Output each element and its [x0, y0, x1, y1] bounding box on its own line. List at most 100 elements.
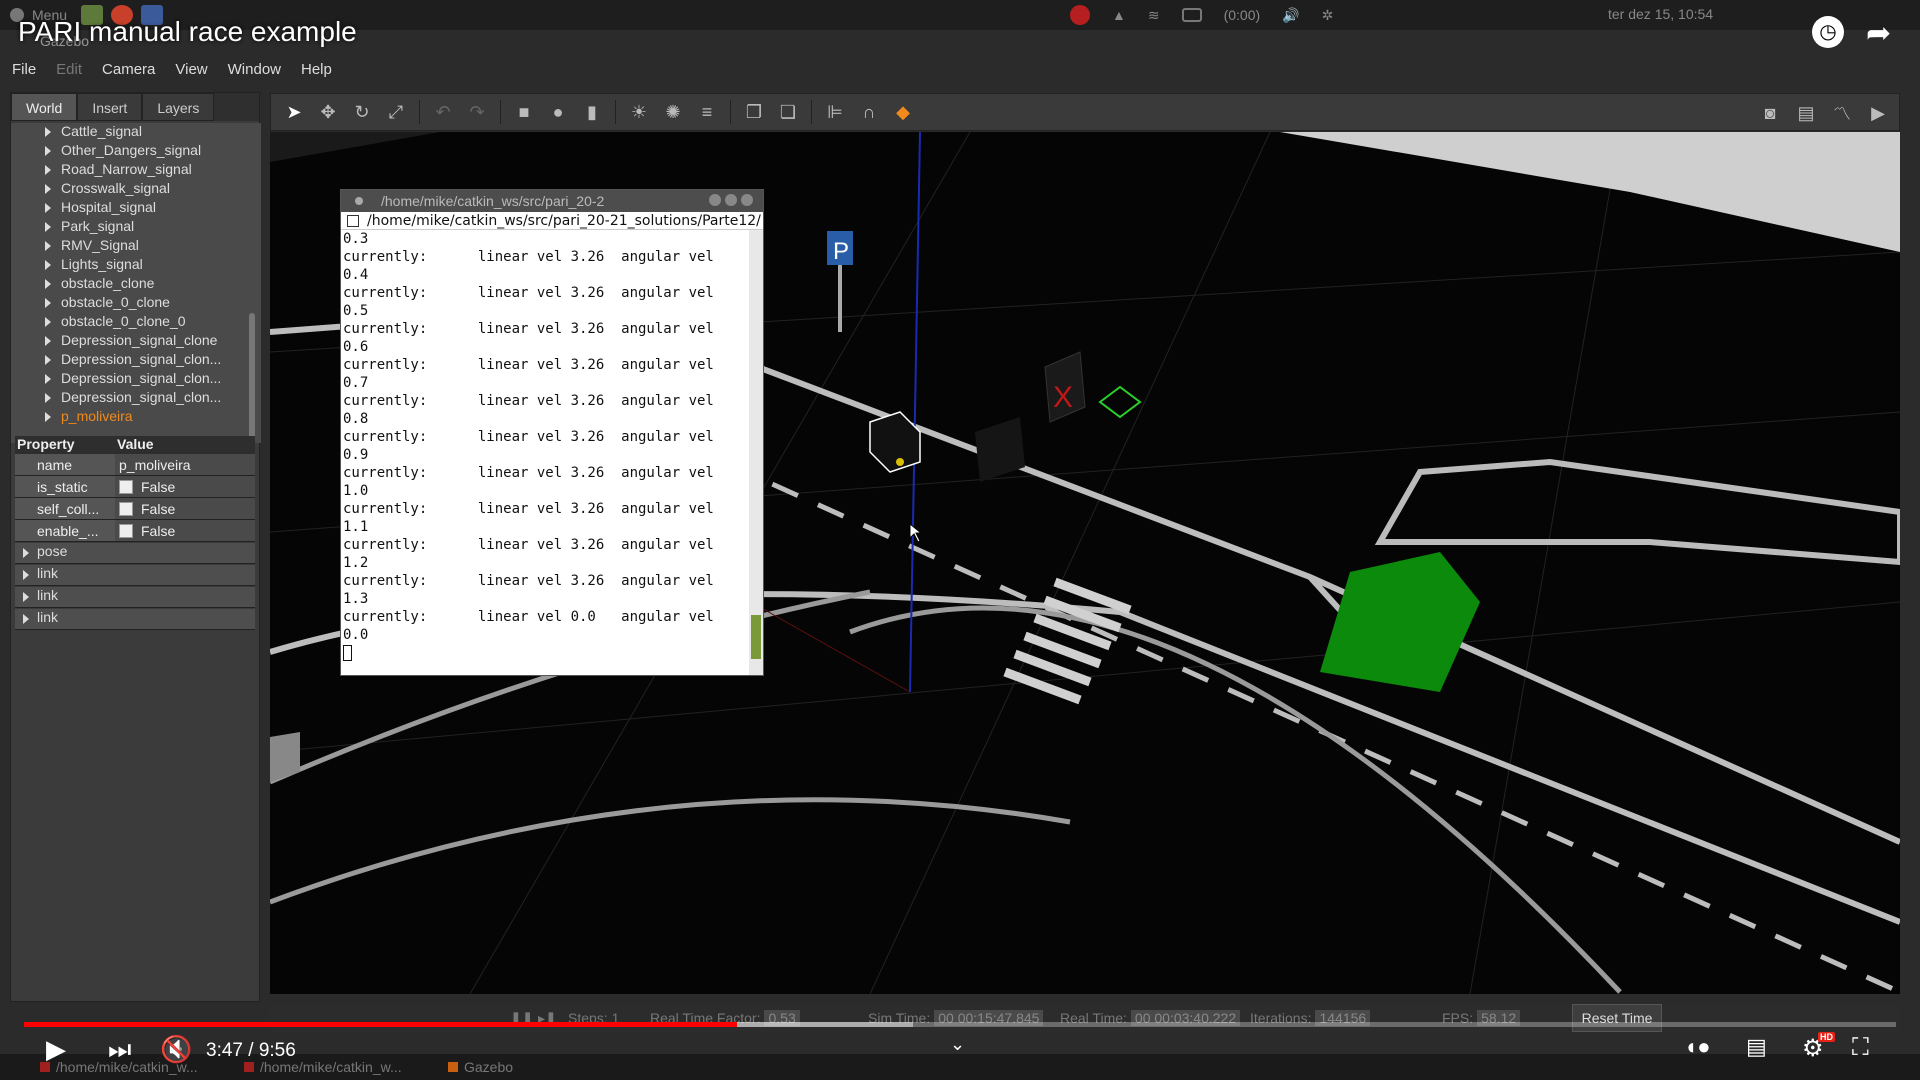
video-progress-bar[interactable]: [24, 1022, 1896, 1027]
self-collide-checkbox[interactable]: [119, 501, 133, 516]
sphere-shape-icon[interactable]: ●: [547, 101, 569, 123]
toolbar-divider: [419, 100, 420, 124]
tab-icon: [347, 215, 359, 227]
clock-icon[interactable]: ◷: [1812, 16, 1844, 48]
screenshot-icon[interactable]: ◙: [1759, 102, 1781, 124]
align-icon[interactable]: ⊫: [824, 101, 846, 123]
terminal-scrollbar[interactable]: [749, 230, 763, 675]
terminal-tab[interactable]: /home/mike/catkin_ws/src/pari_20-21_solu…: [341, 212, 763, 230]
menu-camera[interactable]: Camera: [102, 61, 155, 78]
property-group-link[interactable]: link: [15, 587, 255, 608]
tree-item[interactable]: Cattle_signal: [11, 123, 261, 142]
terminal-line: currently: linear vel 3.26 angular vel: [343, 429, 714, 445]
close-button[interactable]: [741, 194, 753, 206]
terminal-line: currently: linear vel 3.26 angular vel: [343, 321, 714, 337]
log-icon[interactable]: ▤: [1795, 102, 1817, 124]
terminal-line: currently: linear vel 3.26 angular vel: [343, 465, 714, 481]
wifi-icon[interactable]: ≋: [1148, 7, 1160, 24]
tree-item[interactable]: Hospital_signal: [11, 199, 261, 218]
tree-item[interactable]: Depression_signal_clon...: [11, 351, 261, 370]
tree-item[interactable]: obstacle_clone: [11, 275, 261, 294]
volume-icon[interactable]: 🔊: [1282, 7, 1299, 24]
tree-item-label: Park_signal: [61, 218, 135, 234]
next-icon[interactable]: ⏭: [108, 1034, 131, 1066]
settings-icon[interactable]: ✲: [1322, 7, 1334, 24]
property-group-pose[interactable]: pose: [15, 543, 255, 564]
plot-icon[interactable]: 〽: [1831, 102, 1853, 124]
box-shape-icon[interactable]: ■: [513, 101, 535, 123]
shadow-area: [270, 132, 440, 162]
tree-item[interactable]: Crosswalk_signal: [11, 180, 261, 199]
paste-icon[interactable]: ❏: [777, 101, 799, 123]
menu-view[interactable]: View: [175, 61, 207, 78]
terminal-menu-icon[interactable]: [355, 197, 363, 205]
record-icon[interactable]: [1070, 5, 1090, 25]
mute-icon[interactable]: 🔇: [160, 1034, 192, 1065]
nav-icon[interactable]: ▲: [1112, 7, 1126, 23]
tree-item-label: Depression_signal_clon...: [61, 389, 222, 405]
spot-light-icon[interactable]: ✺: [662, 101, 684, 123]
rotate-icon[interactable]: ↻: [351, 101, 373, 123]
terminal-output[interactable]: 0.3 currently: linear vel 3.26 angular ve…: [341, 230, 749, 675]
tree-item[interactable]: Depression_signal_clone: [11, 332, 261, 351]
property-group-link[interactable]: link: [15, 609, 255, 630]
translate-icon[interactable]: ✥: [317, 101, 339, 123]
menu-edit[interactable]: Edit: [56, 61, 82, 78]
subtitles-icon[interactable]: ▤: [1746, 1034, 1767, 1060]
tab-layers[interactable]: Layers: [142, 93, 215, 121]
chevron-down-icon[interactable]: ⌄: [950, 1034, 965, 1055]
tree-item[interactable]: Depression_signal_clon...: [11, 370, 261, 389]
snap-icon[interactable]: ∩: [858, 101, 880, 123]
tree-item[interactable]: Road_Narrow_signal: [11, 161, 261, 180]
redo-icon[interactable]: ↷: [466, 101, 488, 123]
is-static-checkbox[interactable]: [119, 479, 133, 494]
property-header: Property Value: [15, 436, 255, 454]
terminal-titlebar[interactable]: /home/mike/catkin_ws/src/pari_20-2: [341, 190, 763, 212]
directional-light-icon[interactable]: ≡: [696, 101, 718, 123]
menu-help[interactable]: Help: [301, 61, 332, 78]
play-icon[interactable]: ▶: [46, 1034, 66, 1065]
terminal-line: currently: linear vel 3.26 angular vel: [343, 393, 714, 409]
tree-item[interactable]: obstacle_0_clone_0: [11, 313, 261, 332]
terminal-line: 0.0: [343, 627, 369, 643]
copy-icon[interactable]: ❐: [743, 101, 765, 123]
autoplay-toggle[interactable]: ◖●: [1684, 1034, 1711, 1060]
undo-icon[interactable]: ↶: [432, 101, 454, 123]
tree-scrollbar[interactable]: [249, 313, 255, 443]
cylinder-shape-icon[interactable]: ▮: [581, 101, 603, 123]
property-group-link[interactable]: link: [15, 565, 255, 586]
video-record-icon[interactable]: ▶: [1867, 102, 1889, 124]
tree-item[interactable]: RMV_Signal: [11, 237, 261, 256]
robot-car[interactable]: [869, 411, 921, 473]
change-view-icon[interactable]: ◆: [892, 101, 914, 123]
tree-item[interactable]: Lights_signal: [11, 256, 261, 275]
terminal-line: 0.3: [343, 231, 369, 247]
tree-item[interactable]: Park_signal: [11, 218, 261, 237]
reset-time-button[interactable]: Reset Time: [1572, 1004, 1662, 1032]
enable-checkbox[interactable]: [119, 523, 133, 538]
terminal-line: currently: linear vel 3.26 angular vel: [343, 249, 714, 265]
maximize-button[interactable]: [725, 194, 737, 206]
terminal-window[interactable]: /home/mike/catkin_ws/src/pari_20-2 /home…: [340, 189, 764, 676]
property-value: False: [141, 522, 176, 539]
video-title[interactable]: PARI manual race example: [18, 16, 357, 48]
tree-item[interactable]: Depression_signal_clon...: [11, 389, 261, 408]
battery-icon[interactable]: [1181, 8, 1202, 22]
tab-world[interactable]: World: [11, 93, 78, 121]
select-arrow-icon[interactable]: ➤: [283, 101, 305, 123]
fullscreen-exit-icon[interactable]: ⛶: [1852, 1034, 1869, 1062]
tree-item-selected[interactable]: p_moliveira: [11, 408, 261, 427]
menu-window[interactable]: Window: [228, 61, 281, 78]
tree-item-label: Depression_signal_clone: [61, 332, 218, 348]
tree-item[interactable]: obstacle_0_clone: [11, 294, 261, 313]
property-value-field[interactable]: p_moliveira: [115, 454, 255, 475]
mouse-cursor: [909, 522, 923, 543]
share-icon[interactable]: ➦: [1866, 16, 1891, 51]
minimize-button[interactable]: [709, 194, 721, 206]
point-light-icon[interactable]: ☀: [628, 101, 650, 123]
scale-icon[interactable]: ⤢: [385, 101, 407, 123]
tab-insert[interactable]: Insert: [77, 93, 143, 121]
tree-item[interactable]: Other_Dangers_signal: [11, 142, 261, 161]
scrollbar-thumb[interactable]: [751, 615, 761, 659]
menu-file[interactable]: File: [12, 61, 36, 78]
